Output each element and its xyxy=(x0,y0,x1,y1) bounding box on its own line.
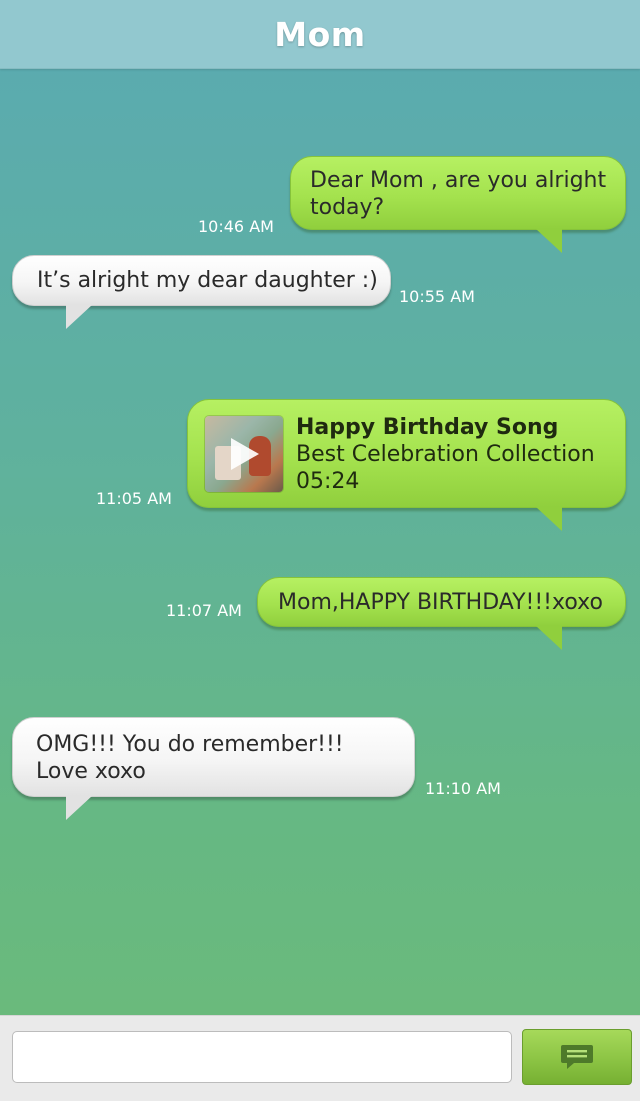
media-message-bubble[interactable]: Happy Birthday Song Best Celebration Col… xyxy=(187,399,626,508)
contact-name: Mom xyxy=(274,14,366,54)
message-timestamp: 11:10 AM xyxy=(425,779,501,798)
chat-header: Mom xyxy=(0,0,640,69)
media-duration: 05:24 xyxy=(296,469,360,494)
message-bubble-incoming[interactable]: It’s alright my dear daughter :) xyxy=(12,255,391,306)
send-button[interactable] xyxy=(522,1029,632,1085)
message-bubble-incoming[interactable]: OMG!!! You do remember!!! Love xoxo xyxy=(12,717,415,797)
media-info: Happy Birthday Song Best Celebration Col… xyxy=(296,414,595,495)
message-text-line: OMG!!! You do remember!!! xyxy=(36,732,344,757)
bubble-tail xyxy=(66,796,92,820)
bubble-tail xyxy=(536,626,562,650)
message-timestamp: 11:05 AM xyxy=(96,489,172,508)
message-text: Mom,HAPPY BIRTHDAY!!!xoxo xyxy=(278,590,603,615)
album-art-thumbnail[interactable] xyxy=(205,416,283,492)
play-icon[interactable] xyxy=(231,438,259,470)
bubble-tail xyxy=(66,305,92,329)
message-text: It’s alright my dear daughter :) xyxy=(37,268,378,293)
message-composer xyxy=(0,1015,640,1101)
message-bubble-outgoing[interactable]: Mom,HAPPY BIRTHDAY!!!xoxo xyxy=(257,577,626,627)
media-subtitle: Best Celebration Collection xyxy=(296,442,595,467)
message-timestamp: 10:46 AM xyxy=(198,217,274,236)
message-input[interactable] xyxy=(12,1031,512,1083)
chat-bubble-icon xyxy=(561,1045,593,1069)
media-title: Happy Birthday Song xyxy=(296,415,559,440)
bubble-tail xyxy=(536,229,562,253)
bubble-tail xyxy=(536,507,562,531)
message-text-line: Love xoxo xyxy=(36,759,146,784)
message-timestamp: 11:07 AM xyxy=(166,601,242,620)
message-text: Dear Mom , are you alright today? xyxy=(310,168,607,220)
message-timestamp: 10:55 AM xyxy=(399,287,475,306)
message-bubble-outgoing[interactable]: Dear Mom , are you alright today? xyxy=(290,156,626,230)
chat-screen: Mom Dear Mom , are you alright today? 10… xyxy=(0,0,640,1101)
